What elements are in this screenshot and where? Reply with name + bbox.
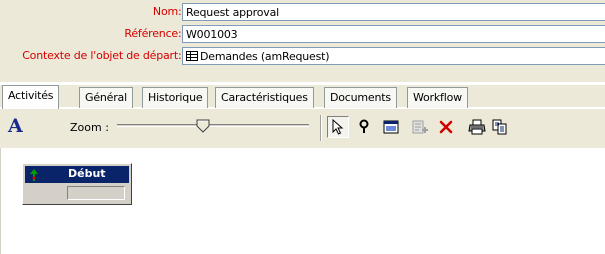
delete-button[interactable] bbox=[435, 116, 457, 138]
font-icon[interactable]: A bbox=[8, 115, 23, 137]
contexte-row: Contexte de l'objet de départ : Demandes… bbox=[0, 46, 605, 66]
table-icon bbox=[186, 51, 198, 61]
lasso-icon bbox=[359, 119, 369, 133]
canvas-left-edge bbox=[0, 148, 10, 254]
copy-button[interactable] bbox=[489, 116, 511, 138]
zoom-slider-track[interactable] bbox=[117, 124, 309, 127]
reference-row: Référence : W001003 bbox=[0, 24, 605, 44]
link-tool-button[interactable] bbox=[353, 116, 375, 138]
tab-caracteristiques[interactable]: Caractéristiques bbox=[215, 87, 314, 108]
add-event-button[interactable] bbox=[409, 116, 431, 138]
delete-x-icon bbox=[439, 120, 453, 134]
tab-bar: Activités Général Historique Caractérist… bbox=[0, 85, 605, 109]
contexte-value: Demandes (amRequest) bbox=[200, 50, 330, 63]
tab-general[interactable]: Général bbox=[79, 87, 133, 108]
printer-icon bbox=[468, 119, 486, 135]
nom-label: Nom bbox=[152, 5, 178, 18]
window-icon bbox=[383, 120, 399, 134]
node-title-label: Début bbox=[68, 167, 106, 180]
node-title-bar: Début bbox=[25, 166, 129, 183]
nom-field[interactable]: Request approval bbox=[182, 3, 605, 21]
add-page-icon bbox=[412, 120, 428, 134]
print-button[interactable] bbox=[466, 116, 488, 138]
tab-activites[interactable]: Activités bbox=[2, 85, 60, 109]
arrow-pointer-icon bbox=[332, 119, 344, 135]
contexte-field[interactable]: Demandes (amRequest) bbox=[182, 47, 605, 65]
toolbar: A Zoom : bbox=[0, 108, 605, 148]
new-activity-button[interactable] bbox=[380, 116, 402, 138]
reference-label: Référence bbox=[124, 27, 178, 40]
start-node-icon bbox=[30, 169, 38, 181]
toolbar-separator bbox=[320, 115, 322, 141]
select-pointer-button[interactable] bbox=[327, 116, 349, 138]
form-header: Nom : Request approval Référence : W0010… bbox=[0, 0, 605, 82]
contexte-label: Contexte de l'objet de départ bbox=[22, 49, 178, 62]
reference-field[interactable]: W001003 bbox=[182, 25, 605, 43]
zoom-label: Zoom : bbox=[70, 121, 109, 134]
tab-workflow[interactable]: Workflow bbox=[407, 87, 468, 108]
nom-row: Nom : Request approval bbox=[0, 2, 605, 22]
copy-icon bbox=[492, 119, 507, 135]
node-body-box bbox=[67, 186, 125, 200]
tab-historique[interactable]: Historique bbox=[142, 87, 209, 108]
workflow-node-debut[interactable]: Début bbox=[22, 163, 132, 205]
tab-documents[interactable]: Documents bbox=[324, 87, 397, 108]
zoom-slider-thumb[interactable] bbox=[196, 119, 210, 133]
